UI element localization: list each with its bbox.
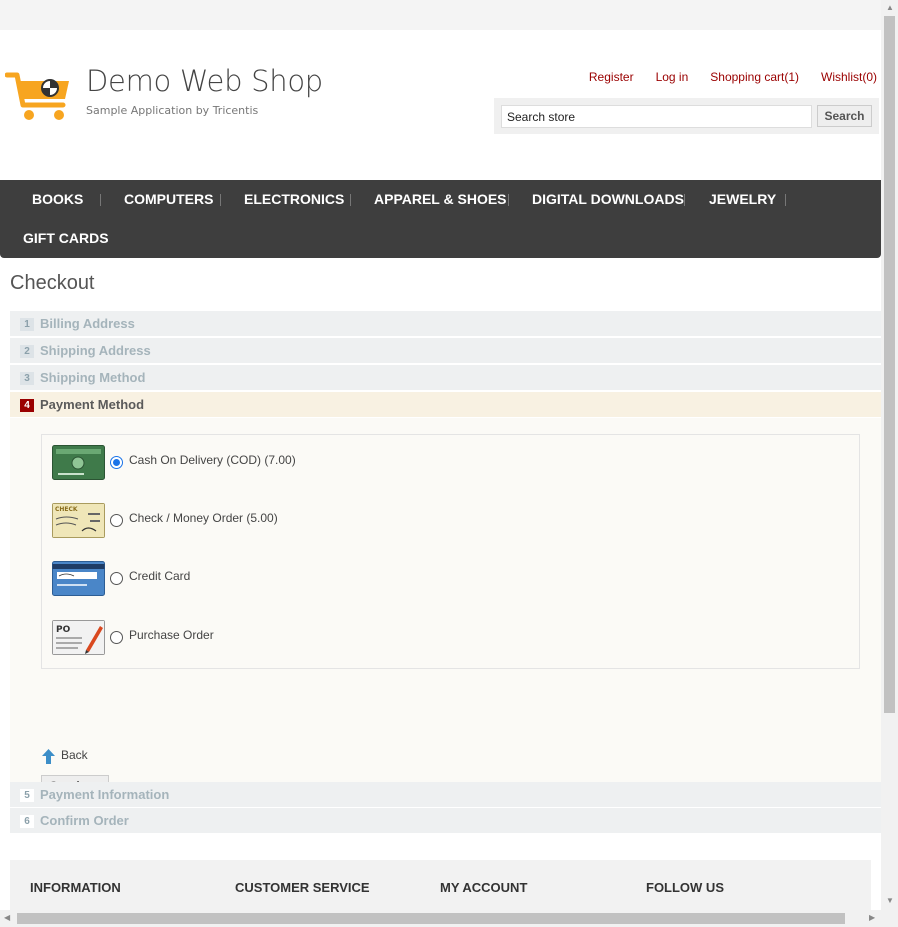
footer-heading-customer-service: CUSTOMER SERVICE [235,880,370,895]
step-label: Shipping Method [40,370,146,385]
step-shipping-address[interactable]: 2 Shipping Address [10,338,881,364]
step-label: Payment Method [40,397,145,412]
menu-item-computers[interactable]: COMPUTERS [124,191,213,207]
menu-item-electronics[interactable]: ELECTRONICS [244,191,344,207]
credit-card-icon [52,561,105,596]
menu-separator [350,194,351,206]
payment-option-cod: Cash On Delivery (COD) (7.00) [52,445,652,481]
back-link[interactable]: Back [61,748,88,762]
page: Demo Web Shop Sample Application by Tric… [0,30,881,927]
scroll-down-icon[interactable]: ▼ [886,897,894,905]
header-links: Register Log in Shopping cart(1) Wishlis… [567,70,877,84]
horizontal-scrollbar[interactable]: ◀ ▶ [0,910,881,927]
payment-option-check: CHECK Check / Money Order (5.00) [52,503,652,539]
step-billing-address[interactable]: 1 Billing Address [10,311,881,337]
wishlist-link[interactable]: Wishlist(0) [821,70,877,84]
po-img-text: PO [56,625,71,635]
page-title: Checkout [10,272,95,294]
shopping-cart-link[interactable]: Shopping cart(1) [710,70,799,84]
footer-heading-information: INFORMATION [30,880,121,895]
horizontal-scroll-thumb[interactable] [17,913,845,924]
cart-logo-icon[interactable] [5,67,73,123]
scrollbar-corner [881,913,898,927]
scroll-left-icon[interactable]: ◀ [4,914,10,922]
menu-item-apparel-shoes[interactable]: APPAREL & SHOES [374,191,507,207]
menu-separator [684,194,685,206]
vertical-scroll-thumb[interactable] [884,16,895,713]
menu-item-books[interactable]: BOOKS [32,191,83,207]
payment-radio-cod[interactable] [110,456,123,469]
login-link[interactable]: Log in [656,70,689,84]
payment-radio-check[interactable] [110,514,123,527]
payment-radio-purchase-order[interactable] [110,631,123,644]
search-button[interactable]: Search [817,105,872,127]
step-label: Confirm Order [40,813,129,828]
step-number: 5 [20,789,34,802]
payment-option-credit-card: Credit Card [52,561,652,597]
payment-label-cod[interactable]: Cash On Delivery (COD) (7.00) [129,453,296,467]
step-number: 1 [20,318,34,331]
menu-item-digital-downloads[interactable]: DIGITAL DOWNLOADS [532,191,684,207]
step-payment-method[interactable]: 4 Payment Method [10,392,881,418]
step-number: 3 [20,372,34,385]
menu-separator [508,194,509,206]
cod-card-icon [52,445,105,480]
search-input[interactable] [501,105,812,128]
step-number: 4 [20,399,34,412]
top-menu: BOOKS COMPUTERS ELECTRONICS APPAREL & SH… [0,180,881,258]
step-label: Payment Information [40,787,170,802]
menu-separator [785,194,786,206]
back-arrow-icon[interactable] [42,749,55,764]
vertical-scrollbar[interactable]: ▲ ▼ [881,0,898,913]
payment-label-check[interactable]: Check / Money Order (5.00) [129,511,278,525]
check-img-text: CHECK [55,506,78,513]
payment-label-credit-card[interactable]: Credit Card [129,569,190,583]
search-box: Search [494,98,879,134]
scroll-right-icon[interactable]: ▶ [869,914,875,922]
site-subtitle: Sample Application by Tricentis [86,104,259,117]
payment-radio-credit-card[interactable] [110,572,123,585]
payment-label-purchase-order[interactable]: Purchase Order [129,628,214,642]
step-label: Billing Address [40,316,135,331]
site-title[interactable]: Demo Web Shop [86,64,323,98]
purchase-order-icon: PO [52,620,105,655]
step-confirm-order[interactable]: 6 Confirm Order [10,808,881,834]
menu-item-jewelry[interactable]: JEWELRY [709,191,776,207]
check-icon: CHECK [52,503,105,538]
register-link[interactable]: Register [589,70,634,84]
step-payment-information[interactable]: 5 Payment Information [10,782,881,808]
menu-item-gift-cards[interactable]: GIFT CARDS [23,230,109,246]
footer-heading-follow-us: FOLLOW US [646,880,724,895]
step-number: 6 [20,815,34,828]
menu-separator [220,194,221,206]
payment-method-section: Cash On Delivery (COD) (7.00) CHECK Chec… [10,418,881,797]
payment-option-purchase-order: PO Purchase Order [52,620,652,656]
scroll-up-icon[interactable]: ▲ [886,4,894,12]
step-shipping-method[interactable]: 3 Shipping Method [10,365,881,391]
payment-method-list: Cash On Delivery (COD) (7.00) CHECK Chec… [41,434,860,669]
menu-separator [100,194,101,206]
step-number: 2 [20,345,34,358]
step-label: Shipping Address [40,343,151,358]
footer-heading-my-account: MY ACCOUNT [440,880,528,895]
